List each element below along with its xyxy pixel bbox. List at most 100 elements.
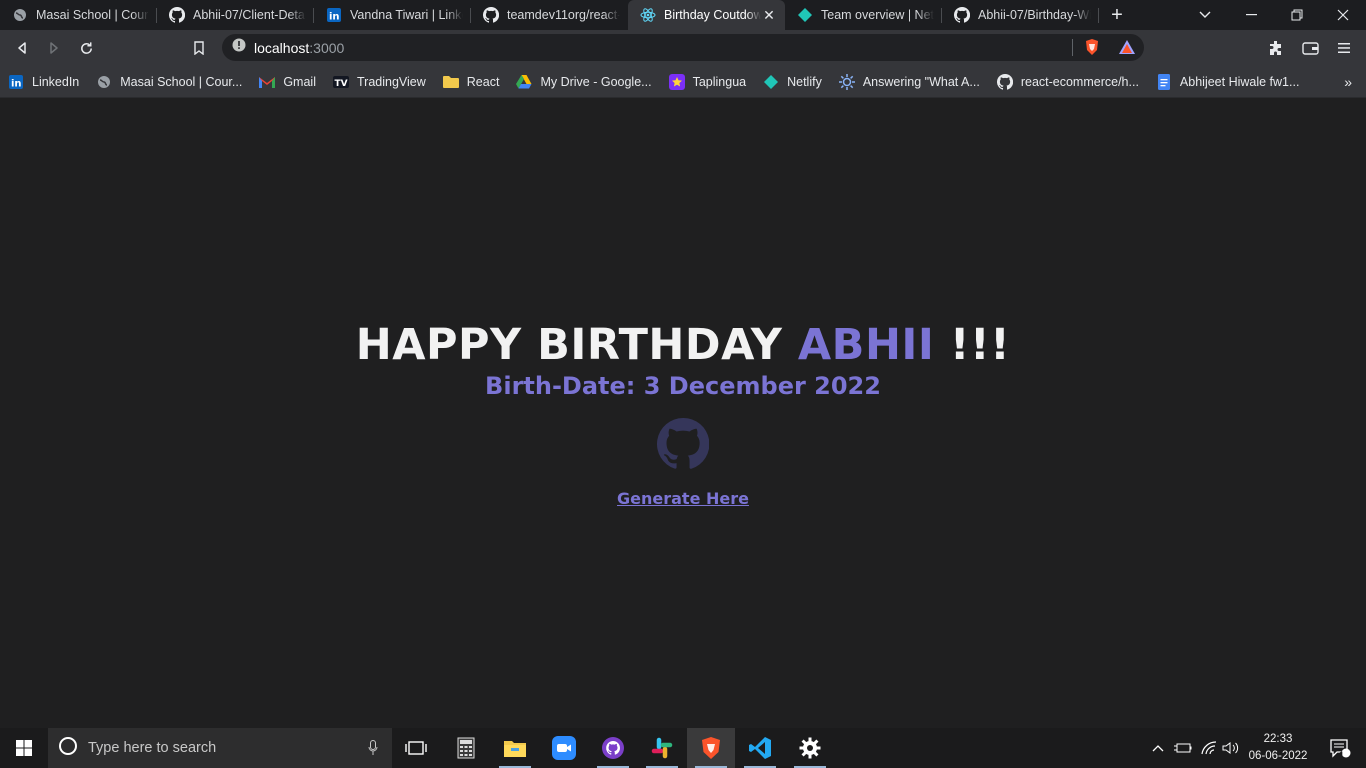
folder-icon (442, 74, 459, 90)
tab-title: Masai School | Course (36, 8, 149, 22)
bookmarks-overflow-button[interactable]: » (1344, 74, 1352, 90)
tab-title: Abhii-07/Birthday-Wis (978, 8, 1091, 22)
show-hidden-icons-icon[interactable] (1148, 728, 1168, 768)
gear-sun-icon (838, 73, 855, 90)
settings-gear-icon[interactable] (786, 728, 834, 768)
reload-icon[interactable] (72, 34, 100, 62)
github-icon (996, 73, 1013, 90)
new-tab-button[interactable]: + (1099, 0, 1135, 30)
close-window-icon[interactable] (1320, 0, 1366, 30)
windows-start-icon[interactable] (0, 728, 48, 768)
clock-date: 06-06-2022 (1248, 750, 1308, 762)
battery-icon[interactable] (1172, 728, 1194, 768)
bookmark-react-ecommerce[interactable]: react-ecommerce/h... (996, 73, 1139, 90)
extensions-icon[interactable] (1262, 34, 1290, 62)
wallet-icon[interactable] (1296, 34, 1324, 62)
bookmark-masai[interactable]: Masai School | Cour... (96, 74, 242, 90)
linkedin-icon: in (8, 74, 24, 90)
github-icon (483, 7, 499, 23)
tab-strip: Masai School | Course Abhii-07/Client-De… (0, 0, 1366, 30)
bookmark-answering[interactable]: Answering "What A... (838, 73, 980, 90)
bookmark-react-folder[interactable]: React (442, 74, 499, 90)
brave-rewards-icon[interactable] (1118, 39, 1136, 60)
forward-icon[interactable] (40, 34, 68, 62)
tab-title: teamdev11org/react-p (507, 8, 620, 22)
google-drive-icon (516, 74, 532, 90)
svg-text:TV: TV (334, 79, 347, 88)
tab-teamdev[interactable]: teamdev11org/react-p (471, 0, 628, 30)
wifi-icon[interactable] (1198, 728, 1220, 768)
bookmark-my-drive[interactable]: My Drive - Google... (516, 74, 652, 90)
birthday-headline: HAPPY BIRTHDAY ABHII !!! (0, 320, 1366, 370)
slack-icon[interactable] (638, 728, 686, 768)
site-info-icon[interactable] (232, 38, 246, 57)
github-icon (954, 7, 970, 23)
netlify-icon (763, 74, 779, 90)
bookmark-page-icon[interactable] (185, 34, 213, 62)
tab-title: Vandna Tiwari | LinkedIn (350, 8, 463, 22)
back-icon[interactable] (8, 34, 36, 62)
star-icon (668, 73, 685, 90)
netlify-icon (797, 7, 813, 23)
globe-icon (96, 74, 112, 90)
restore-icon[interactable] (1274, 0, 1320, 30)
greeting-text: HAPPY BIRTHDAY (355, 320, 783, 370)
brave-shields-icon[interactable] (1084, 38, 1100, 61)
menu-icon[interactable] (1330, 34, 1358, 62)
microphone-icon[interactable] (368, 740, 378, 761)
url-text: localhost:3000 (254, 39, 345, 56)
globe-icon (12, 7, 28, 23)
brave-browser-icon[interactable] (687, 728, 735, 768)
windows-taskbar: Type here to search 22:33 06-06-2022 1 (0, 728, 1366, 768)
tradingview-icon: TV (332, 74, 349, 90)
docs-icon (1156, 73, 1172, 90)
bookmark-tradingview[interactable]: TV TradingView (332, 74, 426, 90)
tab-title: Birthday Coutdown (664, 8, 761, 22)
calculator-icon[interactable] (442, 728, 490, 768)
volume-icon[interactable] (1220, 728, 1242, 768)
tab-netlify[interactable]: Team overview | Netlify (785, 0, 942, 30)
taskbar-clock[interactable]: 22:33 06-06-2022 (1240, 731, 1316, 765)
notifications-icon[interactable]: 1 (1318, 728, 1362, 768)
page-content: HAPPY BIRTHDAY ABHII !!! Birth-Date: 3 D… (0, 98, 1366, 728)
search-placeholder: Type here to search (88, 740, 217, 756)
tab-search-icon[interactable] (1182, 0, 1228, 30)
task-view-icon[interactable] (392, 728, 440, 768)
window-controls (1182, 0, 1366, 30)
bookmark-abhijeet-doc[interactable]: Abhijeet Hiwale fw1... (1156, 73, 1299, 90)
notification-count-badge: 1 (1339, 750, 1345, 760)
svg-text:in: in (329, 12, 340, 23)
tab-birthday-countdown[interactable]: Birthday Coutdown ✕ (628, 0, 785, 30)
taskbar-search-input[interactable]: Type here to search (48, 728, 392, 768)
exclaim-text: !!! (949, 320, 1011, 370)
linkedin-icon: in (326, 7, 342, 23)
tab-masai[interactable]: Masai School | Course (0, 0, 157, 30)
github-icon[interactable] (656, 417, 710, 470)
birthday-name: ABHII (797, 320, 935, 370)
bookmark-netlify[interactable]: Netlify (763, 74, 822, 90)
bookmark-taplingua[interactable]: Taplingua (668, 73, 746, 90)
github-icon (169, 7, 185, 23)
tab-linkedin[interactable]: in Vandna Tiwari | LinkedIn (314, 0, 471, 30)
tab-birthday-wish[interactable]: Abhii-07/Birthday-Wis (942, 0, 1099, 30)
zoom-icon[interactable] (540, 728, 588, 768)
tab-title: Abhii-07/Client-Details (193, 8, 306, 22)
birth-date: Birth-Date: 3 December 2022 (485, 372, 881, 400)
close-tab-icon[interactable]: ✕ (761, 7, 777, 24)
generate-here-link[interactable]: Generate Here (617, 489, 749, 508)
minimize-icon[interactable] (1228, 0, 1274, 30)
bookmarks-bar: in LinkedIn Masai School | Cour... Gmail… (0, 66, 1366, 98)
bookmark-linkedin[interactable]: in LinkedIn (8, 74, 79, 90)
react-icon (640, 7, 656, 23)
bookmark-gmail[interactable]: Gmail (259, 74, 316, 90)
tab-client-details[interactable]: Abhii-07/Client-Details (157, 0, 314, 30)
github-desktop-icon[interactable] (589, 728, 637, 768)
tab-title: Team overview | Netlify (821, 8, 934, 22)
clock-time: 22:33 (1263, 733, 1293, 745)
generate-link-wrap: Generate Here (0, 489, 1366, 508)
gmail-icon (259, 74, 276, 90)
vscode-icon[interactable] (736, 728, 784, 768)
cortana-circle-icon (58, 736, 78, 761)
file-explorer-icon[interactable] (491, 728, 539, 768)
address-bar[interactable]: localhost:3000 (222, 34, 1144, 61)
